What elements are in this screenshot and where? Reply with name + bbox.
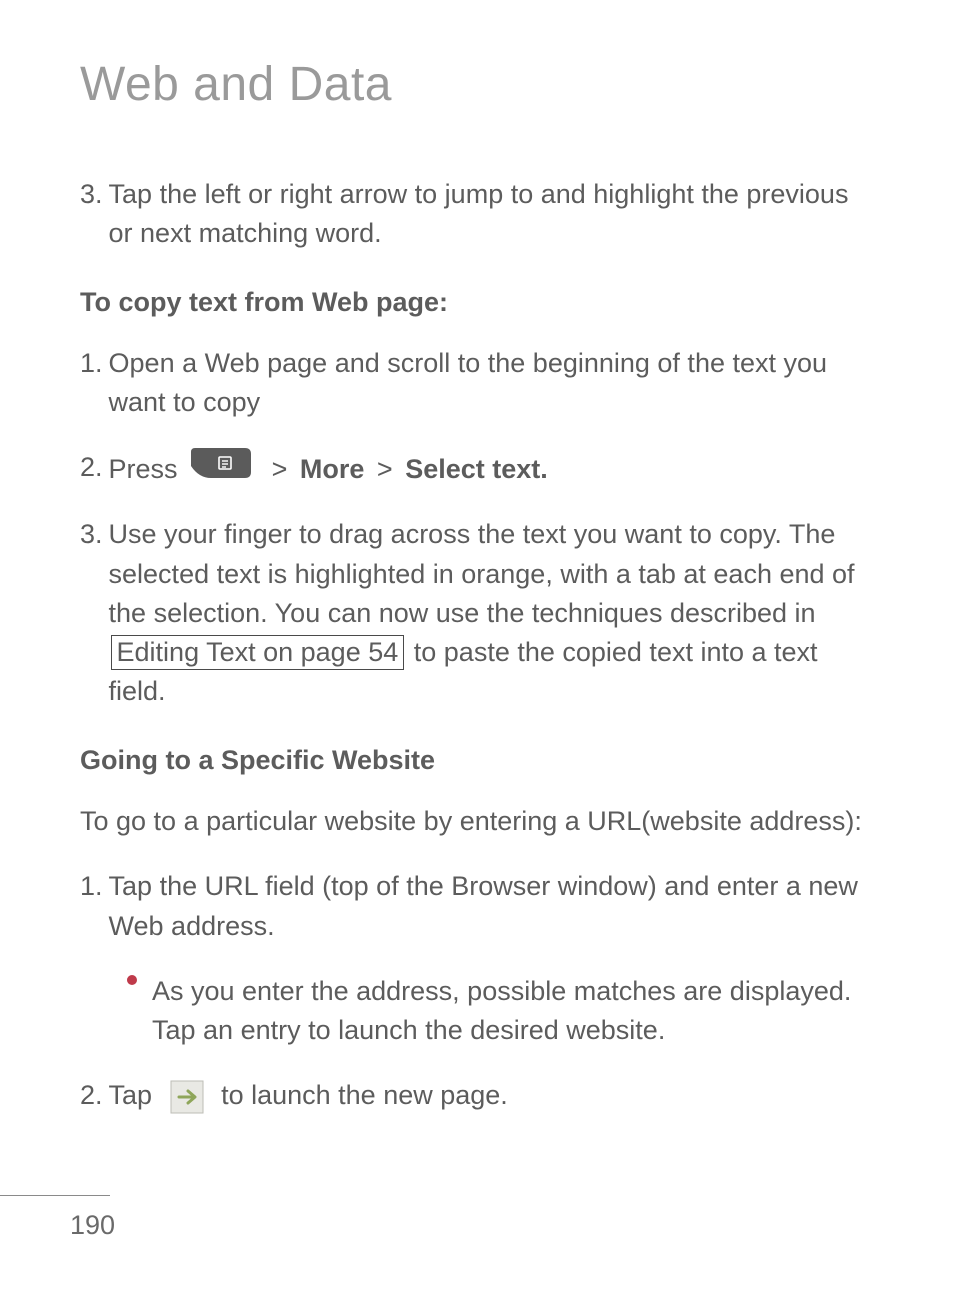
step-text: Tap to launch the new page.: [109, 1076, 874, 1115]
press-label: Press: [109, 454, 178, 484]
separator: >: [272, 454, 288, 484]
step-number: 3.: [80, 515, 103, 711]
menu-key-icon: [189, 448, 251, 478]
step-text: Tap the URL field (top of the Browser wi…: [109, 867, 874, 945]
menu-more-label: More: [300, 454, 365, 484]
numbered-step: 3. Use your finger to drag across the te…: [80, 515, 874, 711]
step-text: Use your finger to drag across the text …: [109, 515, 874, 711]
tap-label: Tap: [109, 1080, 160, 1110]
footer-rule: [0, 1195, 110, 1196]
step-number: 2.: [80, 448, 103, 489]
subheading-goto-website: Going to a Specific Website: [80, 741, 874, 780]
step-text: Press > More > Select text.: [109, 448, 874, 489]
go-arrow-icon: [170, 1080, 204, 1114]
step-text-part1: Use your finger to drag across the text …: [109, 519, 855, 627]
numbered-step: 1. Tap the URL field (top of the Browser…: [80, 867, 874, 945]
separator: >: [377, 454, 393, 484]
page-number: 190: [70, 1206, 874, 1245]
page-title: Web and Data: [80, 50, 874, 120]
numbered-step: 2. Press > More > Select text.: [80, 448, 874, 489]
step-number: 2.: [80, 1076, 103, 1115]
bullet-item: As you enter the address, possible match…: [126, 972, 874, 1050]
paragraph: To go to a particular website by enterin…: [80, 802, 874, 841]
bullet-icon: [126, 974, 138, 1050]
step-text: Tap the left or right arrow to jump to a…: [109, 175, 874, 253]
subheading-copy-text: To copy text from Web page:: [80, 283, 874, 322]
numbered-step: 3. Tap the left or right arrow to jump t…: [80, 175, 874, 253]
numbered-step: 1. Open a Web page and scroll to the beg…: [80, 344, 874, 422]
step-number: 1.: [80, 344, 103, 422]
menu-select-text-label: Select text.: [405, 454, 548, 484]
step-number: 1.: [80, 867, 103, 945]
numbered-step: 2. Tap to launch the new page.: [80, 1076, 874, 1115]
bullet-text: As you enter the address, possible match…: [152, 972, 874, 1050]
cross-reference-link[interactable]: Editing Text on page 54: [111, 635, 405, 670]
step-number: 3.: [80, 175, 103, 253]
step-text-post: to launch the new page.: [214, 1080, 508, 1110]
step-text: Open a Web page and scroll to the beginn…: [109, 344, 874, 422]
